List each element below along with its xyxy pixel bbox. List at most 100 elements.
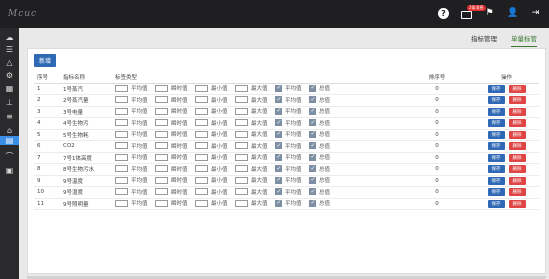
indicator-checkbox[interactable] — [275, 165, 282, 172]
indicator-checkbox[interactable] — [155, 153, 168, 161]
indicator-checkbox[interactable] — [155, 84, 168, 92]
map-icon[interactable]: ▣ — [5, 166, 14, 175]
indicator-checkbox[interactable] — [235, 107, 248, 115]
indicator-checkbox[interactable] — [115, 153, 128, 161]
indicator-checkbox[interactable] — [115, 96, 128, 103]
delete-button[interactable]: 删除 — [508, 84, 526, 93]
monitor-icon[interactable]: ⌒ — [5, 152, 14, 161]
indicator-checkbox[interactable] — [235, 199, 248, 207]
device-icon[interactable]: ⊥ — [5, 98, 14, 107]
indicator-checkbox[interactable] — [309, 165, 316, 172]
logout-icon[interactable]: ⇥ — [530, 8, 541, 19]
list-icon[interactable]: ☰ — [5, 45, 14, 54]
delete-button[interactable]: 删除 — [508, 176, 526, 185]
save-button[interactable]: 保存 — [487, 153, 505, 162]
indicator-checkbox[interactable] — [235, 165, 248, 172]
indicator-checkbox[interactable] — [195, 199, 208, 207]
indicator-checkbox[interactable] — [275, 107, 282, 115]
indicator-checkbox[interactable] — [155, 96, 168, 103]
indicator-checkbox[interactable] — [275, 84, 282, 92]
delete-button[interactable]: 删除 — [508, 142, 526, 151]
indicator-checkbox[interactable] — [115, 119, 128, 126]
indicator-checkbox[interactable] — [275, 176, 282, 184]
indicator-checkbox[interactable] — [235, 176, 248, 184]
indicator-checkbox[interactable] — [115, 165, 128, 172]
indicator-checkbox[interactable] — [275, 199, 282, 207]
delete-button[interactable]: 删除 — [508, 119, 526, 128]
add-button[interactable]: 新增 — [34, 54, 57, 67]
save-button[interactable]: 保存 — [487, 84, 505, 93]
bookmark-icon[interactable]: ▤ — [0, 136, 19, 145]
indicator-checkbox[interactable] — [275, 119, 282, 126]
home-icon[interactable]: ⌂ — [5, 126, 14, 135]
indicator-checkbox[interactable] — [235, 84, 248, 92]
user-icon[interactable]: 👤 — [507, 8, 518, 19]
mail-icon[interactable]: 2条消息 — [461, 4, 486, 19]
save-button[interactable]: 保存 — [487, 165, 505, 174]
indicator-checkbox[interactable] — [195, 142, 208, 149]
save-button[interactable]: 保存 — [487, 199, 505, 208]
cloud-icon[interactable]: ☁ — [5, 33, 14, 42]
indicator-checkbox[interactable] — [155, 165, 168, 172]
settings-icon[interactable]: ⚙ — [5, 71, 14, 80]
indicator-checkbox[interactable] — [195, 176, 208, 184]
indicator-checkbox[interactable] — [155, 199, 168, 207]
indicator-checkbox[interactable] — [275, 188, 282, 195]
alert-icon[interactable]: △ — [5, 58, 14, 67]
indicator-checkbox[interactable] — [195, 165, 208, 172]
delete-button[interactable]: 删除 — [508, 199, 526, 208]
indicator-checkbox[interactable] — [309, 188, 316, 195]
indicator-checkbox[interactable] — [235, 119, 248, 126]
indicator-checkbox[interactable] — [155, 188, 168, 195]
delete-button[interactable]: 删除 — [508, 130, 526, 139]
indicator-checkbox[interactable] — [195, 153, 208, 161]
indicator-checkbox[interactable] — [309, 84, 316, 92]
indicator-checkbox[interactable] — [155, 130, 168, 138]
indicator-checkbox[interactable] — [195, 84, 208, 92]
indicator-checkbox[interactable] — [235, 153, 248, 161]
layers-icon[interactable]: ≡ — [5, 112, 14, 121]
indicator-checkbox[interactable] — [235, 130, 248, 138]
indicator-checkbox[interactable] — [115, 84, 128, 92]
help-icon[interactable]: ? — [438, 8, 449, 19]
indicator-checkbox[interactable] — [115, 199, 128, 207]
indicator-checkbox[interactable] — [309, 199, 316, 207]
indicator-checkbox[interactable] — [115, 130, 128, 138]
indicator-checkbox[interactable] — [195, 96, 208, 103]
indicator-checkbox[interactable] — [309, 176, 316, 184]
save-button[interactable]: 保存 — [487, 107, 505, 116]
indicator-checkbox[interactable] — [309, 96, 316, 103]
chart-icon[interactable]: ▦ — [5, 84, 14, 93]
indicator-checkbox[interactable] — [235, 96, 248, 103]
delete-button[interactable]: 删除 — [508, 96, 526, 105]
indicator-checkbox[interactable] — [235, 142, 248, 149]
tab-unit-management[interactable]: 单量标管 — [511, 33, 537, 47]
delete-button[interactable]: 删除 — [508, 107, 526, 116]
tab-indicator-management[interactable]: 指标管理 — [471, 33, 497, 47]
indicator-checkbox[interactable] — [309, 142, 316, 149]
indicator-checkbox[interactable] — [155, 142, 168, 149]
indicator-checkbox[interactable] — [235, 188, 248, 195]
indicator-checkbox[interactable] — [275, 96, 282, 103]
indicator-checkbox[interactable] — [309, 107, 316, 115]
save-button[interactable]: 保存 — [487, 176, 505, 185]
delete-button[interactable]: 删除 — [508, 165, 526, 174]
delete-button[interactable]: 删除 — [508, 153, 526, 162]
indicator-checkbox[interactable] — [195, 188, 208, 195]
indicator-checkbox[interactable] — [275, 142, 282, 149]
delete-button[interactable]: 删除 — [508, 188, 526, 197]
save-button[interactable]: 保存 — [487, 188, 505, 197]
save-button[interactable]: 保存 — [487, 130, 505, 139]
indicator-checkbox[interactable] — [115, 107, 128, 115]
save-button[interactable]: 保存 — [487, 142, 505, 151]
indicator-checkbox[interactable] — [309, 119, 316, 126]
indicator-checkbox[interactable] — [309, 130, 316, 138]
indicator-checkbox[interactable] — [155, 119, 168, 126]
save-button[interactable]: 保存 — [487, 119, 505, 128]
indicator-checkbox[interactable] — [155, 107, 168, 115]
indicator-checkbox[interactable] — [115, 176, 128, 184]
indicator-checkbox[interactable] — [309, 153, 316, 161]
indicator-checkbox[interactable] — [195, 130, 208, 138]
indicator-checkbox[interactable] — [195, 119, 208, 126]
flag-icon[interactable]: ⚑ — [484, 8, 495, 19]
